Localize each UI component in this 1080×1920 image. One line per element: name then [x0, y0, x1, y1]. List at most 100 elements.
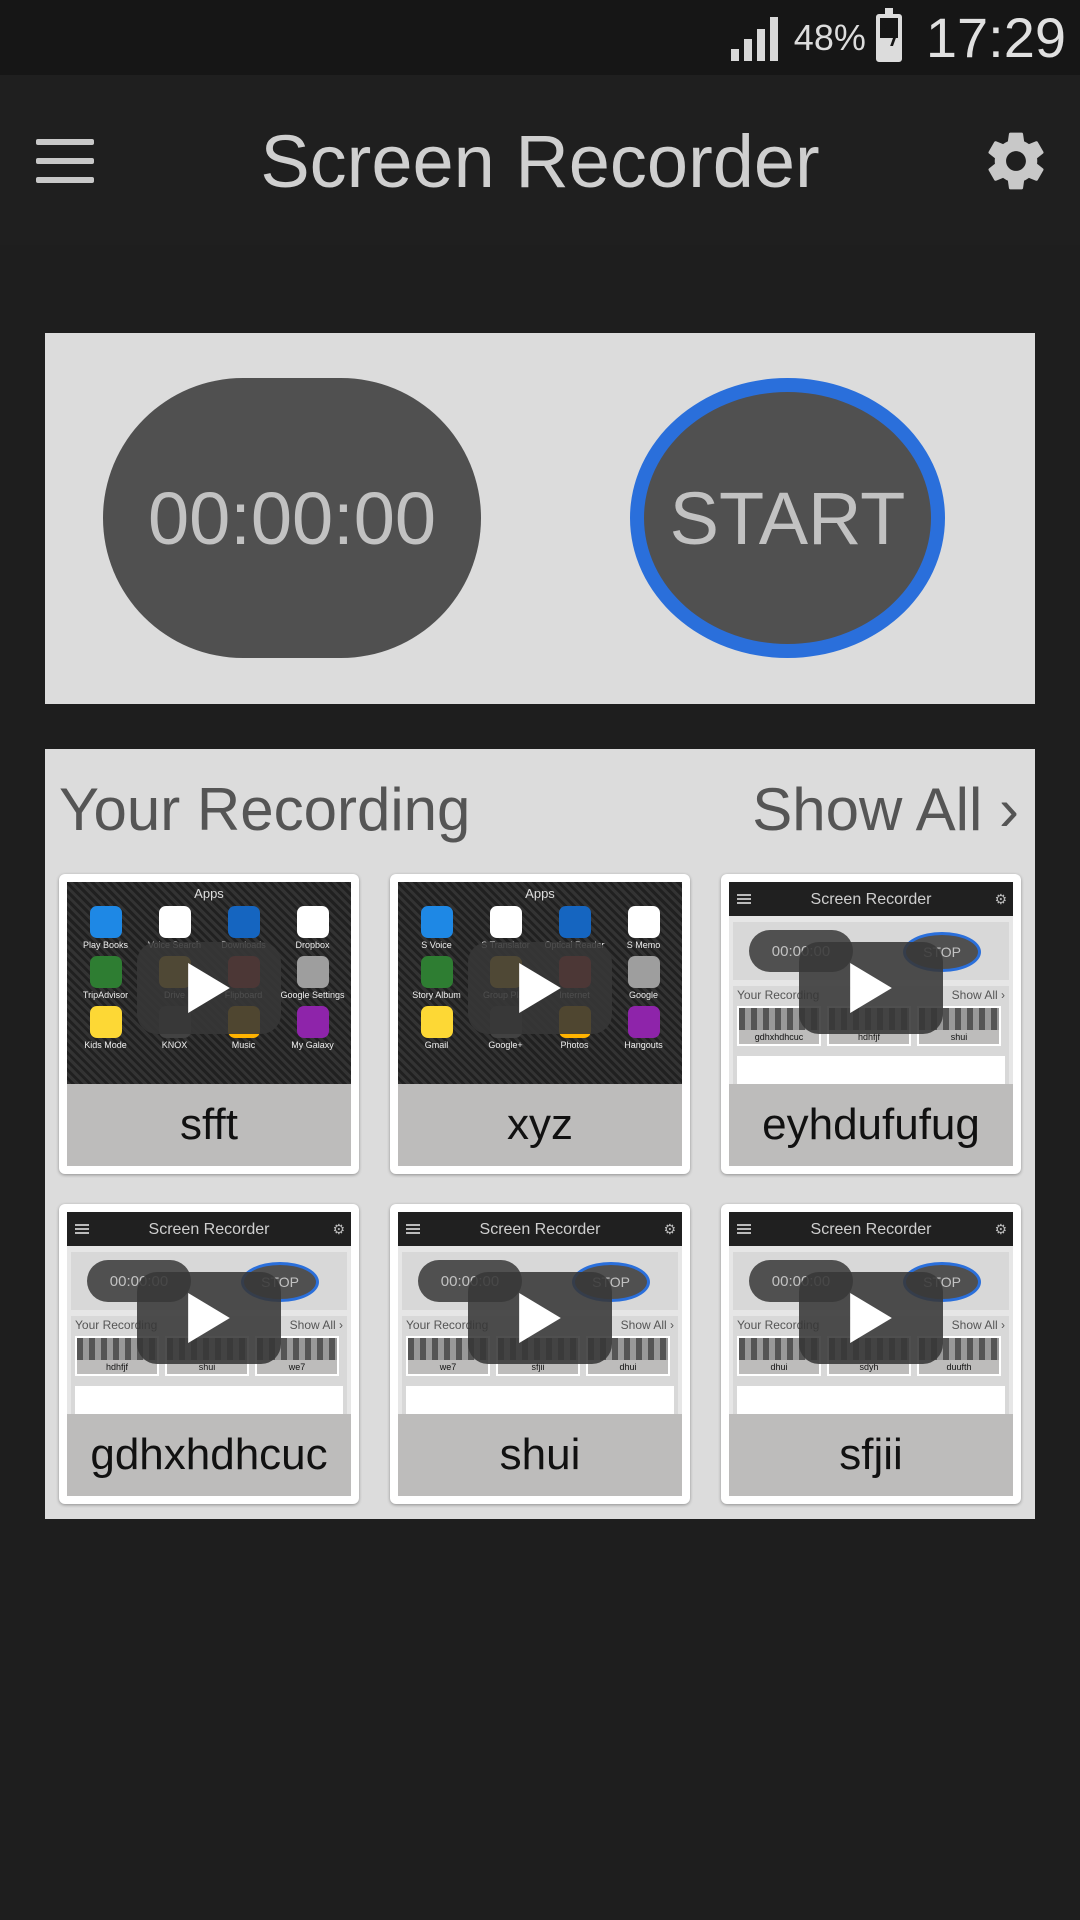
recording-thumbnail: Screen Recorder⚙00:00:00STOPYour Recordi…: [729, 882, 1013, 1084]
app-icon: S Memo: [609, 906, 678, 950]
mini-gear-icon: ⚙: [994, 1221, 1007, 1237]
recording-name: eyhdufufug: [729, 1084, 1013, 1166]
recording-card[interactable]: Screen Recorder⚙00:00:00STOPYour Recordi…: [721, 874, 1021, 1174]
app-icon-label: Hangouts: [624, 1040, 663, 1050]
mini-app-bar: Screen Recorder ⚙: [729, 882, 1013, 916]
app-glyph-icon: [489, 906, 522, 938]
app-glyph-icon: [420, 956, 453, 988]
app-glyph-icon: [627, 906, 660, 938]
recording-name: gdhxhdhcuc: [67, 1414, 351, 1496]
app-icon-label: Dropbox: [295, 940, 330, 950]
mini-app-bar: Screen Recorder ⚙: [67, 1212, 351, 1246]
app-icon: Story Album: [402, 956, 471, 1000]
recording-thumbnail: Screen Recorder⚙00:00:00STOPYour Recordi…: [729, 1212, 1013, 1414]
recording-thumbnail: Apps S VoiceS TranslatorOptical ReaderS …: [398, 882, 682, 1084]
play-icon[interactable]: [137, 1272, 281, 1364]
app-icon: S Voice: [402, 906, 471, 950]
recording-name: sfft: [67, 1084, 351, 1166]
app-glyph-icon: [296, 906, 329, 938]
show-all-link[interactable]: Show All ›: [752, 775, 1019, 844]
app-icon: Hangouts: [609, 1006, 678, 1050]
app-bar: Screen Recorder: [0, 75, 1080, 245]
recording-thumbnail: Apps Play BooksVoice SearchDownloadsDrop…: [67, 882, 351, 1084]
timer-display: 00:00:00: [103, 378, 481, 658]
mini-app-bar: Screen Recorder ⚙: [729, 1212, 1013, 1246]
recording-name: sfjii: [729, 1414, 1013, 1496]
app-glyph-icon: [558, 906, 591, 938]
app-icon-label: Kids Mode: [84, 1040, 127, 1050]
app-icon-label: TripAdvisor: [82, 990, 129, 1000]
app-icon-label: Google: [628, 990, 659, 1000]
app-icon-label: Google+: [488, 1040, 523, 1050]
app-icon: Google: [609, 956, 678, 1000]
app-glyph-icon: [158, 906, 191, 938]
clock: 17:29: [925, 6, 1066, 69]
mini-recording-name: gdhxhdhcuc: [739, 1030, 819, 1044]
status-bar: 48% ϟ 17:29: [0, 0, 1080, 75]
play-icon[interactable]: [799, 1272, 943, 1364]
timer-text: 00:00:00: [147, 476, 437, 560]
app-icon: Google Settings: [278, 956, 347, 1000]
app-glyph-icon: [89, 906, 122, 938]
app-glyph-icon: [89, 1006, 122, 1038]
play-icon[interactable]: [468, 942, 612, 1034]
recording-card[interactable]: Apps Play BooksVoice SearchDownloadsDrop…: [59, 874, 359, 1174]
mini-show-all: Show All ›: [620, 1318, 674, 1332]
app-icon-label: Gmail: [424, 1040, 449, 1050]
gear-icon[interactable]: [982, 127, 1050, 195]
mini-recording-name: hdhfjf: [77, 1360, 157, 1374]
mini-app-title: Screen Recorder: [810, 1221, 932, 1238]
app-icon: Kids Mode: [71, 1006, 140, 1050]
signal-icon: [730, 15, 778, 61]
recordings-grid: Apps Play BooksVoice SearchDownloadsDrop…: [59, 874, 1021, 1504]
mini-show-all: Show All ›: [951, 988, 1005, 1002]
app-icon-label: Photos: [560, 1040, 589, 1050]
app-icon-label: S Voice: [421, 940, 452, 950]
battery-percentage: 48%: [793, 16, 866, 58]
recording-name: xyz: [398, 1084, 682, 1166]
app-icon: Dropbox: [278, 906, 347, 950]
mini-show-all: Show All ›: [951, 1318, 1005, 1332]
status-indicators: 48% ϟ 17:29: [730, 0, 1066, 75]
mini-app-title: Screen Recorder: [148, 1221, 270, 1238]
apps-label: Apps: [194, 886, 224, 901]
recordings-panel: Your Recording Show All › Apps Play Book…: [45, 749, 1035, 1519]
play-icon[interactable]: [137, 942, 281, 1034]
app-glyph-icon: [89, 956, 122, 988]
mini-gear-icon: ⚙: [663, 1221, 676, 1237]
start-button[interactable]: START: [630, 378, 945, 658]
recording-thumbnail: Screen Recorder⚙00:00:00STOPYour Recordi…: [67, 1212, 351, 1414]
apps-label: Apps: [525, 886, 555, 901]
mini-recording-name: we7: [408, 1360, 488, 1374]
recording-thumbnail: Screen Recorder⚙00:00:00STOPYour Recordi…: [398, 1212, 682, 1414]
recording-name: shui: [398, 1414, 682, 1496]
app-icon-label: My Galaxy: [291, 1040, 334, 1050]
app-icon: My Galaxy: [278, 1006, 347, 1050]
mini-app-title: Screen Recorder: [810, 891, 932, 908]
app-icon-label: S Memo: [626, 940, 661, 950]
mini-gear-icon: ⚙: [994, 891, 1007, 907]
play-icon[interactable]: [799, 942, 943, 1034]
recorder-panel: 00:00:00 START: [45, 333, 1035, 704]
app-glyph-icon: [627, 956, 660, 988]
mini-app-title: Screen Recorder: [479, 1221, 601, 1238]
app-glyph-icon: [420, 906, 453, 938]
app-glyph-icon: [420, 1006, 453, 1038]
app-icon-label: KNOX: [161, 1040, 188, 1050]
app-glyph-icon: [296, 956, 329, 988]
recording-card[interactable]: Screen Recorder⚙00:00:00STOPYour Recordi…: [721, 1204, 1021, 1504]
recording-card[interactable]: Screen Recorder⚙00:00:00STOPYour Recordi…: [390, 1204, 690, 1504]
app-title: Screen Recorder: [260, 120, 820, 203]
mini-recording-name: dhui: [739, 1360, 819, 1374]
recording-card[interactable]: Apps S VoiceS TranslatorOptical ReaderS …: [390, 874, 690, 1174]
app-icon-label: Story Album: [412, 990, 461, 1000]
battery-icon: ϟ: [875, 7, 902, 62]
app-glyph-icon: [296, 1006, 329, 1038]
play-icon[interactable]: [468, 1272, 612, 1364]
recordings-title: Your Recording: [59, 776, 471, 843]
app-icon-label: Music: [231, 1040, 256, 1050]
app-icon: TripAdvisor: [71, 956, 140, 1000]
recording-card[interactable]: Screen Recorder⚙00:00:00STOPYour Recordi…: [59, 1204, 359, 1504]
app-icon: Gmail: [402, 1006, 471, 1050]
mini-app-bar: Screen Recorder ⚙: [398, 1212, 682, 1246]
